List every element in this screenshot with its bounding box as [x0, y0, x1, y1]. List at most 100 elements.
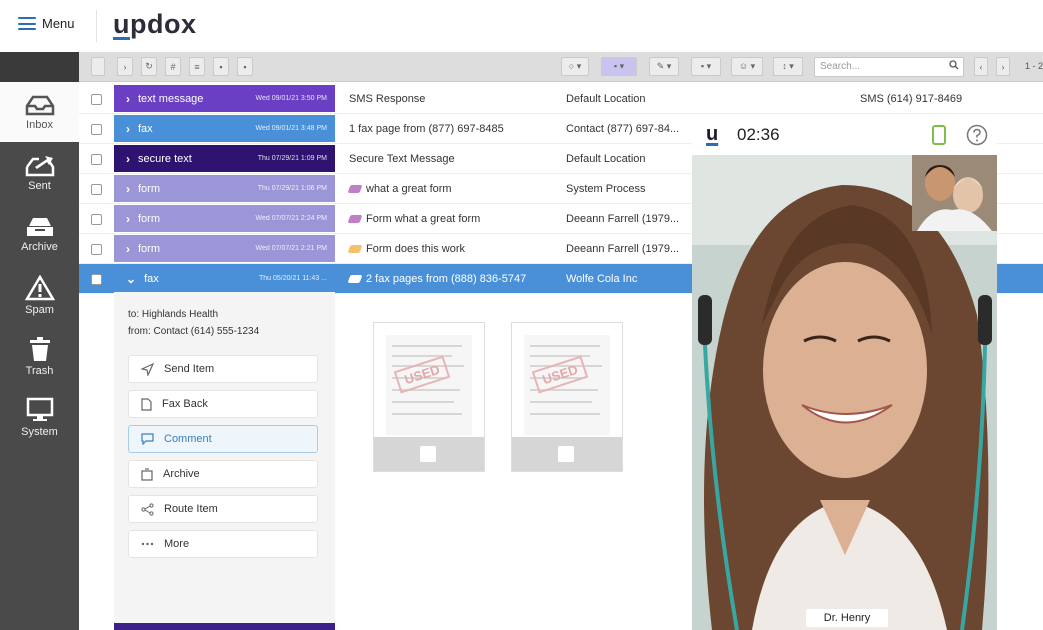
- row-checkbox[interactable]: [91, 244, 102, 255]
- archive-icon: [26, 217, 53, 236]
- sidebar: Inbox Sent Archive Spam Trash System: [0, 52, 79, 630]
- type-label: › form Thu 07/29/21 1:06 PM: [114, 175, 335, 202]
- archive-button[interactable]: Archive: [128, 460, 318, 488]
- page-checkbox[interactable]: [558, 446, 574, 462]
- comment-button[interactable]: Comment: [128, 425, 318, 453]
- from: Contact (877) 697-84...: [566, 123, 680, 135]
- chevron-right-icon: ›: [126, 151, 130, 166]
- spam-icon: [24, 274, 55, 300]
- sidebar-item-sent[interactable]: Sent: [0, 143, 79, 203]
- video-icon[interactable]: ▪: [237, 57, 253, 76]
- row-checkbox[interactable]: [91, 274, 102, 285]
- page-checkbox[interactable]: [420, 446, 436, 462]
- prev-page-button[interactable]: ‹: [974, 57, 988, 76]
- chat-icon[interactable]: ▪: [213, 57, 229, 76]
- row-checkbox[interactable]: [91, 214, 102, 225]
- toolbar: › ↻ # ≡ ▪ ▪ ○ ▾ ▪ ▾ ✎ ▾ ▪ ▾ ☺ ▾ ↕ ▾ Sear…: [79, 52, 1043, 82]
- thumbnail-footer: [374, 437, 484, 471]
- comment-icon: [141, 433, 154, 445]
- chevron-right-icon: ›: [126, 91, 130, 106]
- from: Deeann Farrell (1979...: [566, 243, 680, 255]
- row-checkbox[interactable]: [91, 124, 102, 135]
- from: Wolfe Cola Inc: [566, 273, 638, 285]
- sidebar-item-spam[interactable]: Spam: [0, 265, 79, 325]
- sidebar-item-inbox[interactable]: Inbox: [0, 82, 79, 142]
- fax-page-thumbnail[interactable]: USED: [511, 322, 623, 472]
- thumbnail-footer: [512, 437, 622, 471]
- more-icon: [141, 542, 154, 546]
- help-icon[interactable]: [966, 124, 988, 146]
- from: System Process: [566, 183, 646, 195]
- subject: Form what a great form: [347, 213, 480, 225]
- sender: from: Contact (614) 555-1234: [128, 326, 260, 337]
- message-row[interactable]: › text message Wed 09/01/21 3:50 PM SMS Re…: [79, 84, 1043, 114]
- from: Default Location: [566, 93, 646, 105]
- type-label: › secure text Thu 07/29/21 1:09 PM: [114, 145, 335, 172]
- fax-page-thumbnail[interactable]: USED: [373, 322, 485, 472]
- expand-button[interactable]: ›: [117, 57, 133, 76]
- type-label: › form Wed 07/07/21 2:21 PM: [114, 235, 335, 262]
- menu-label: Menu: [42, 16, 75, 31]
- sidebar-item-archive[interactable]: Archive: [0, 204, 79, 264]
- sidebar-header: [0, 52, 79, 82]
- tag-icon: [347, 215, 363, 223]
- phone-icon[interactable]: [932, 125, 946, 145]
- chevron-right-icon: ›: [126, 211, 130, 226]
- sidebar-item-trash[interactable]: Trash: [0, 326, 79, 386]
- send-item-button[interactable]: Send Item: [128, 355, 318, 383]
- row-checkbox[interactable]: [91, 94, 102, 105]
- folder-dropdown[interactable]: ▪ ▾: [691, 57, 721, 76]
- tag-icon: [347, 245, 363, 253]
- updox-logo: u: [706, 123, 719, 145]
- chevron-down-icon: ⌄: [126, 271, 137, 286]
- subject: Secure Text Message: [349, 153, 455, 165]
- self-view-thumbnail: [912, 155, 997, 231]
- chevron-right-icon: ›: [126, 181, 130, 196]
- system-icon: [26, 397, 53, 421]
- select-all-checkbox[interactable]: [91, 57, 105, 76]
- trash-icon: [29, 336, 50, 361]
- pager-text: 1 - 2: [1025, 61, 1043, 71]
- recipient: to: Highlands Health: [128, 309, 219, 320]
- sidebar-item-system[interactable]: System: [0, 387, 79, 447]
- tag-icon: [347, 275, 363, 283]
- video-call-panel: u 02:36 Dr. Henry: [692, 115, 997, 630]
- list-icon[interactable]: ≡: [189, 57, 205, 76]
- inbox-icon: [25, 95, 54, 115]
- refresh-icon[interactable]: ↻: [141, 57, 157, 76]
- chevron-right-icon: ›: [126, 121, 130, 136]
- users-dropdown[interactable]: ☺ ▾: [731, 57, 763, 76]
- row-checkbox[interactable]: [91, 184, 102, 195]
- status-dropdown[interactable]: ○ ▾: [561, 57, 589, 76]
- type-label: › form Wed 07/07/21 2:24 PM: [114, 205, 335, 232]
- updox-logo: updox: [113, 9, 197, 39]
- search-icon[interactable]: [949, 60, 959, 70]
- menu-button[interactable]: Menu: [18, 16, 75, 31]
- subject: 2 fax pages from (888) 836-5747: [347, 273, 526, 285]
- send-icon: [141, 362, 154, 376]
- tag-dropdown[interactable]: ✎ ▾: [649, 57, 679, 76]
- row-checkbox[interactable]: [91, 154, 102, 165]
- type-label: › fax Wed 09/01/21 3:48 PM: [114, 115, 335, 142]
- pin-icon[interactable]: #: [165, 57, 181, 76]
- subject: Form does this work: [347, 243, 465, 255]
- more-button[interactable]: More: [128, 530, 318, 558]
- document-dropdown[interactable]: ▪ ▾: [601, 57, 637, 76]
- hamburger-icon: [18, 17, 36, 30]
- from: Deeann Farrell (1979...: [566, 213, 680, 225]
- call-timer: 02:36: [737, 125, 780, 144]
- chevron-right-icon: ›: [126, 241, 130, 256]
- next-page-button[interactable]: ›: [996, 57, 1010, 76]
- archive-box-icon: [141, 467, 153, 481]
- call-header: u 02:36: [692, 115, 997, 155]
- sent-icon: [25, 155, 54, 176]
- subject: 1 fax page from (877) 697-8485: [349, 123, 504, 135]
- tag-icon: [347, 185, 363, 193]
- divider: [96, 10, 97, 42]
- search-input[interactable]: Search...: [814, 57, 964, 77]
- fax-back-button[interactable]: Fax Back: [128, 390, 318, 418]
- subject: what a great form: [347, 183, 452, 195]
- type-label: ⌄ fax Thu 05/20/21 11:43 ...: [114, 265, 335, 292]
- route-item-button[interactable]: Route Item: [128, 495, 318, 523]
- sort-dropdown[interactable]: ↕ ▾: [773, 57, 803, 76]
